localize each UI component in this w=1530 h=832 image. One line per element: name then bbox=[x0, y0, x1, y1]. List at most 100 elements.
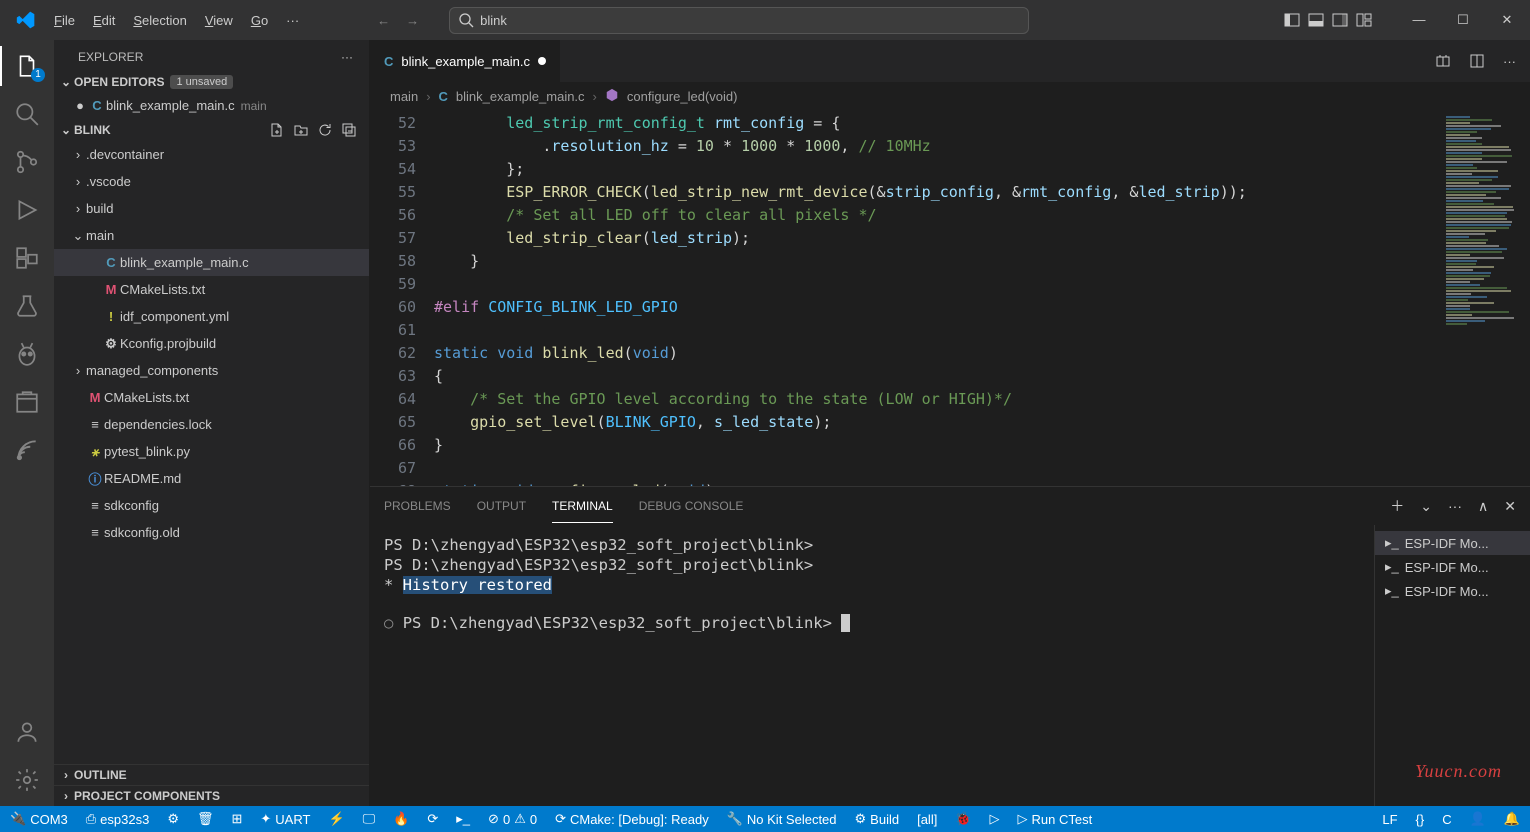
sb-eol[interactable]: LF bbox=[1378, 812, 1401, 827]
sb-flame-icon[interactable]: 🔥 bbox=[389, 811, 413, 827]
settings-gear-icon[interactable] bbox=[13, 766, 41, 794]
sb-build-button[interactable]: ⚙ Build bbox=[851, 811, 904, 827]
extensions-icon[interactable] bbox=[13, 244, 41, 272]
tree-item[interactable]: ›.vscode bbox=[54, 168, 369, 195]
tab-output[interactable]: OUTPUT bbox=[477, 499, 526, 513]
close-panel-icon[interactable]: ✕ bbox=[1504, 498, 1516, 515]
platformio-icon[interactable] bbox=[13, 340, 41, 368]
sb-ota-icon[interactable]: ⟳ bbox=[423, 811, 442, 827]
sb-build-db-icon[interactable]: ⊞ bbox=[227, 811, 246, 827]
nav-back-icon[interactable]: ← bbox=[377, 13, 390, 28]
sb-kit[interactable]: 🔧 No Kit Selected bbox=[723, 811, 841, 827]
tree-item[interactable]: !idf_component.yml bbox=[54, 303, 369, 330]
command-center[interactable]: blink bbox=[449, 7, 1029, 34]
code-content[interactable]: led_strip_rmt_config_t rmt_config = { .r… bbox=[434, 110, 1442, 486]
new-folder-icon[interactable] bbox=[293, 122, 309, 138]
project-components-header[interactable]: ›PROJECT COMPONENTS bbox=[54, 785, 369, 806]
titlebar: File Edit Selection View Go ··· ← → blin… bbox=[0, 0, 1530, 40]
sb-port[interactable]: 🔌 COM3 bbox=[6, 811, 72, 827]
sb-flash-icon[interactable]: ⚡ bbox=[324, 811, 348, 827]
tree-item[interactable]: Cblink_example_main.c bbox=[54, 249, 369, 276]
search-activity-icon[interactable] bbox=[13, 100, 41, 128]
nav-forward-icon[interactable]: → bbox=[406, 13, 419, 28]
cursor bbox=[841, 614, 850, 632]
sb-gear-icon[interactable]: ⚙ bbox=[163, 811, 183, 827]
open-editor-item[interactable]: ● C blink_example_main.c main bbox=[54, 92, 369, 119]
tree-item[interactable]: ›.devcontainer bbox=[54, 141, 369, 168]
refresh-icon[interactable] bbox=[317, 122, 333, 138]
minimize-icon[interactable]: — bbox=[1412, 12, 1426, 28]
breadcrumbs[interactable]: main › C blink_example_main.c › configur… bbox=[370, 82, 1530, 110]
compare-icon[interactable] bbox=[1435, 53, 1451, 69]
menu-view[interactable]: View bbox=[197, 9, 241, 32]
source-control-icon[interactable] bbox=[13, 148, 41, 176]
tree-item[interactable]: ≡sdkconfig.old bbox=[54, 519, 369, 546]
terminal-list-item[interactable]: ▸_ESP-IDF Mo... bbox=[1375, 579, 1530, 603]
tree-item[interactable]: ⚹pytest_blink.py bbox=[54, 438, 369, 465]
tab-debug-console[interactable]: DEBUG CONSOLE bbox=[639, 499, 744, 513]
sb-debug-icon[interactable]: 🐞 bbox=[951, 811, 975, 827]
toggle-primary-sidebar-icon[interactable] bbox=[1284, 12, 1300, 28]
run-debug-icon[interactable] bbox=[13, 196, 41, 224]
minimap[interactable] bbox=[1442, 110, 1530, 486]
sb-terminal-icon[interactable]: ▸_ bbox=[452, 811, 474, 827]
customize-layout-icon[interactable] bbox=[1356, 12, 1372, 28]
explorer-icon[interactable]: 1 bbox=[13, 52, 41, 80]
sb-uart[interactable]: ✦ UART bbox=[256, 811, 314, 827]
tab-more-icon[interactable]: ··· bbox=[1503, 54, 1516, 69]
tree-item[interactable]: ≡dependencies.lock bbox=[54, 411, 369, 438]
close-icon[interactable]: ✕ bbox=[1500, 12, 1514, 28]
sidebar-more-icon[interactable]: ··· bbox=[341, 50, 353, 64]
outline-header[interactable]: ›OUTLINE bbox=[54, 764, 369, 785]
tab-terminal[interactable]: TERMINAL bbox=[552, 499, 613, 513]
sb-lang[interactable]: C bbox=[1438, 812, 1455, 827]
sb-monitor-icon[interactable]: 🖵 bbox=[359, 811, 380, 827]
menu-edit[interactable]: Edit bbox=[85, 9, 123, 32]
tree-item[interactable]: MCMakeLists.txt bbox=[54, 384, 369, 411]
tree-item[interactable]: MCMakeLists.txt bbox=[54, 276, 369, 303]
tree-item[interactable]: ≡sdkconfig bbox=[54, 492, 369, 519]
tree-item[interactable]: ⓘREADME.md bbox=[54, 465, 369, 492]
sb-target[interactable]: [all] bbox=[913, 812, 941, 827]
new-terminal-icon[interactable]: ＋ bbox=[1390, 496, 1404, 516]
new-file-icon[interactable] bbox=[269, 122, 285, 138]
sb-launch-icon[interactable]: ▷ bbox=[986, 811, 1004, 827]
open-editors-header[interactable]: ⌄ OPEN EDITORS 1 unsaved bbox=[54, 72, 369, 92]
espressif-icon[interactable] bbox=[13, 436, 41, 464]
sb-clean-icon[interactable]: 🗑 bbox=[193, 811, 218, 827]
sb-bell-icon[interactable]: 🔔 bbox=[1500, 811, 1524, 827]
tab-problems[interactable]: PROBLEMS bbox=[384, 499, 451, 513]
accounts-icon[interactable] bbox=[13, 718, 41, 746]
project-icon[interactable] bbox=[13, 388, 41, 416]
maximize-panel-icon[interactable]: ∧ bbox=[1478, 498, 1488, 515]
collapse-icon[interactable] bbox=[341, 122, 357, 138]
menu-file[interactable]: File bbox=[46, 9, 83, 32]
tree-item[interactable]: ›build bbox=[54, 195, 369, 222]
terminal-list-item[interactable]: ▸_ESP-IDF Mo... bbox=[1375, 555, 1530, 579]
terminal-more-icon[interactable]: ··· bbox=[1448, 498, 1462, 514]
terminal-list-item[interactable]: ▸_ESP-IDF Mo... bbox=[1375, 531, 1530, 555]
sb-ctest[interactable]: ▷ Run CTest bbox=[1014, 811, 1097, 827]
chevron-icon: › bbox=[70, 363, 86, 378]
tree-item[interactable]: ⌄main bbox=[54, 222, 369, 249]
tree-item[interactable]: ›managed_components bbox=[54, 357, 369, 384]
sb-cmake-status[interactable]: ⟳ CMake: [Debug]: Ready bbox=[551, 811, 713, 827]
testing-icon[interactable] bbox=[13, 292, 41, 320]
split-editor-icon[interactable] bbox=[1469, 53, 1485, 69]
toggle-secondary-sidebar-icon[interactable] bbox=[1332, 12, 1348, 28]
maximize-icon[interactable]: ☐ bbox=[1456, 12, 1470, 28]
sb-errors[interactable]: ⊘ 0 ⚠ 0 bbox=[484, 811, 541, 827]
sb-feedback-icon[interactable]: 👤 bbox=[1466, 811, 1490, 827]
menu-go[interactable]: Go bbox=[243, 9, 276, 32]
menu-more[interactable]: ··· bbox=[278, 9, 307, 32]
workspace-header[interactable]: ⌄ BLINK bbox=[54, 119, 369, 141]
sb-braces[interactable]: {} bbox=[1412, 812, 1429, 827]
terminal[interactable]: PS D:\zhengyad\ESP32\esp32_soft_project\… bbox=[370, 525, 1374, 806]
toggle-panel-icon[interactable] bbox=[1308, 12, 1324, 28]
editor-pane[interactable]: 5253545556575859606162636465666768 led_s… bbox=[370, 110, 1530, 486]
sb-chip[interactable]: ⎙ esp32s3 bbox=[82, 811, 154, 827]
terminal-dropdown-icon[interactable]: ⌄ bbox=[1420, 498, 1432, 515]
menu-selection[interactable]: Selection bbox=[125, 9, 194, 32]
tree-item[interactable]: ⚙Kconfig.projbuild bbox=[54, 330, 369, 357]
editor-tab[interactable]: C blink_example_main.c bbox=[370, 40, 561, 82]
